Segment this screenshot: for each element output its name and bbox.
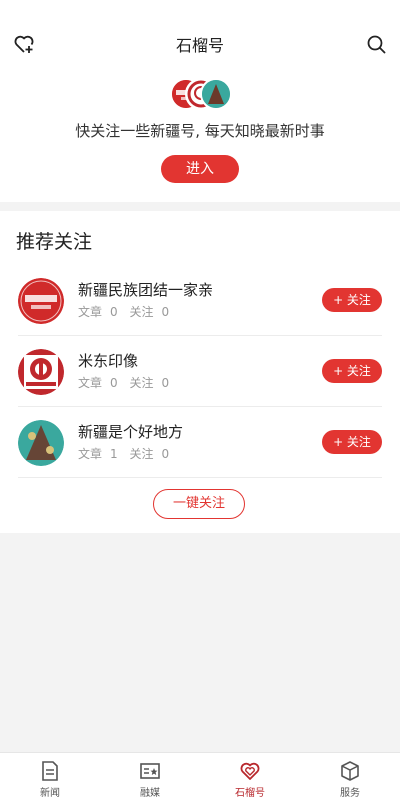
- enter-button[interactable]: 进入: [161, 155, 239, 183]
- tab-pomegranate[interactable]: 石榴号: [200, 753, 300, 800]
- top-section: 石榴号 快关注一些新疆号, 每天知晓最新时事 进入: [0, 0, 400, 202]
- service-box-icon: [339, 760, 361, 782]
- account-name: 新疆民族团结一家亲: [78, 281, 214, 299]
- articles-label: 文章: [78, 447, 103, 461]
- header: 石榴号: [0, 24, 400, 64]
- follows-label: 关注: [129, 447, 154, 461]
- recommend-section: 推荐关注 新疆民族团结一家亲 文章 0 关注 0 + 关注 米东印像 文章 0 …: [0, 211, 400, 533]
- articles-count: 0: [110, 376, 118, 390]
- recommend-list: 新疆民族团结一家亲 文章 0 关注 0 + 关注 米东印像 文章 0 关注 0 …: [18, 265, 382, 478]
- follows-label: 关注: [129, 305, 154, 319]
- list-item[interactable]: 新疆是个好地方 文章 1 关注 0 + 关注: [18, 407, 382, 478]
- tab-label: 融媒: [140, 788, 160, 799]
- follow-button[interactable]: + 关注: [322, 359, 382, 383]
- tab-label: 服务: [340, 788, 360, 799]
- follow-all-button[interactable]: 一键关注: [153, 489, 245, 519]
- avatar: [200, 78, 232, 110]
- account-name: 新疆是个好地方: [78, 423, 184, 441]
- tab-label: 石榴号: [235, 788, 265, 799]
- tab-label: 新闻: [40, 788, 60, 799]
- bottom-tabbar: 新闻 融媒 石榴号 服务: [0, 752, 400, 800]
- follows-label: 关注: [129, 376, 154, 390]
- articles-count: 1: [110, 447, 118, 461]
- media-icon: [139, 760, 161, 782]
- list-item[interactable]: 新疆民族团结一家亲 文章 0 关注 0 + 关注: [18, 265, 382, 336]
- list-item[interactable]: 米东印像 文章 0 关注 0 + 关注: [18, 336, 382, 407]
- followed-avatars: [170, 78, 232, 110]
- account-name: 米东印像: [78, 352, 139, 370]
- follows-count: 0: [161, 305, 170, 319]
- articles-count: 0: [110, 305, 118, 319]
- account-logo: [18, 349, 64, 395]
- follow-button[interactable]: + 关注: [322, 430, 382, 454]
- page-title: 石榴号: [175, 36, 224, 55]
- follows-count: 0: [161, 376, 170, 390]
- follows-count: 0: [161, 447, 170, 461]
- section-title: 推荐关注: [16, 231, 93, 253]
- promo-text: 快关注一些新疆号, 每天知晓最新时事: [75, 122, 325, 140]
- account-logo: [18, 420, 64, 466]
- search-icon[interactable]: [364, 32, 388, 56]
- account-stats: 文章 0 关注 0: [78, 374, 177, 391]
- account-logo: [18, 278, 64, 324]
- articles-label: 文章: [78, 305, 103, 319]
- tab-news[interactable]: 新闻: [0, 753, 100, 800]
- news-icon: [39, 760, 61, 782]
- account-stats: 文章 0 关注 0: [78, 303, 177, 320]
- tab-media[interactable]: 融媒: [100, 753, 200, 800]
- tab-service[interactable]: 服务: [300, 753, 400, 800]
- follow-button[interactable]: + 关注: [322, 288, 382, 312]
- pomegranate-icon: [239, 760, 261, 782]
- account-stats: 文章 1 关注 0: [78, 445, 177, 462]
- articles-label: 文章: [78, 376, 103, 390]
